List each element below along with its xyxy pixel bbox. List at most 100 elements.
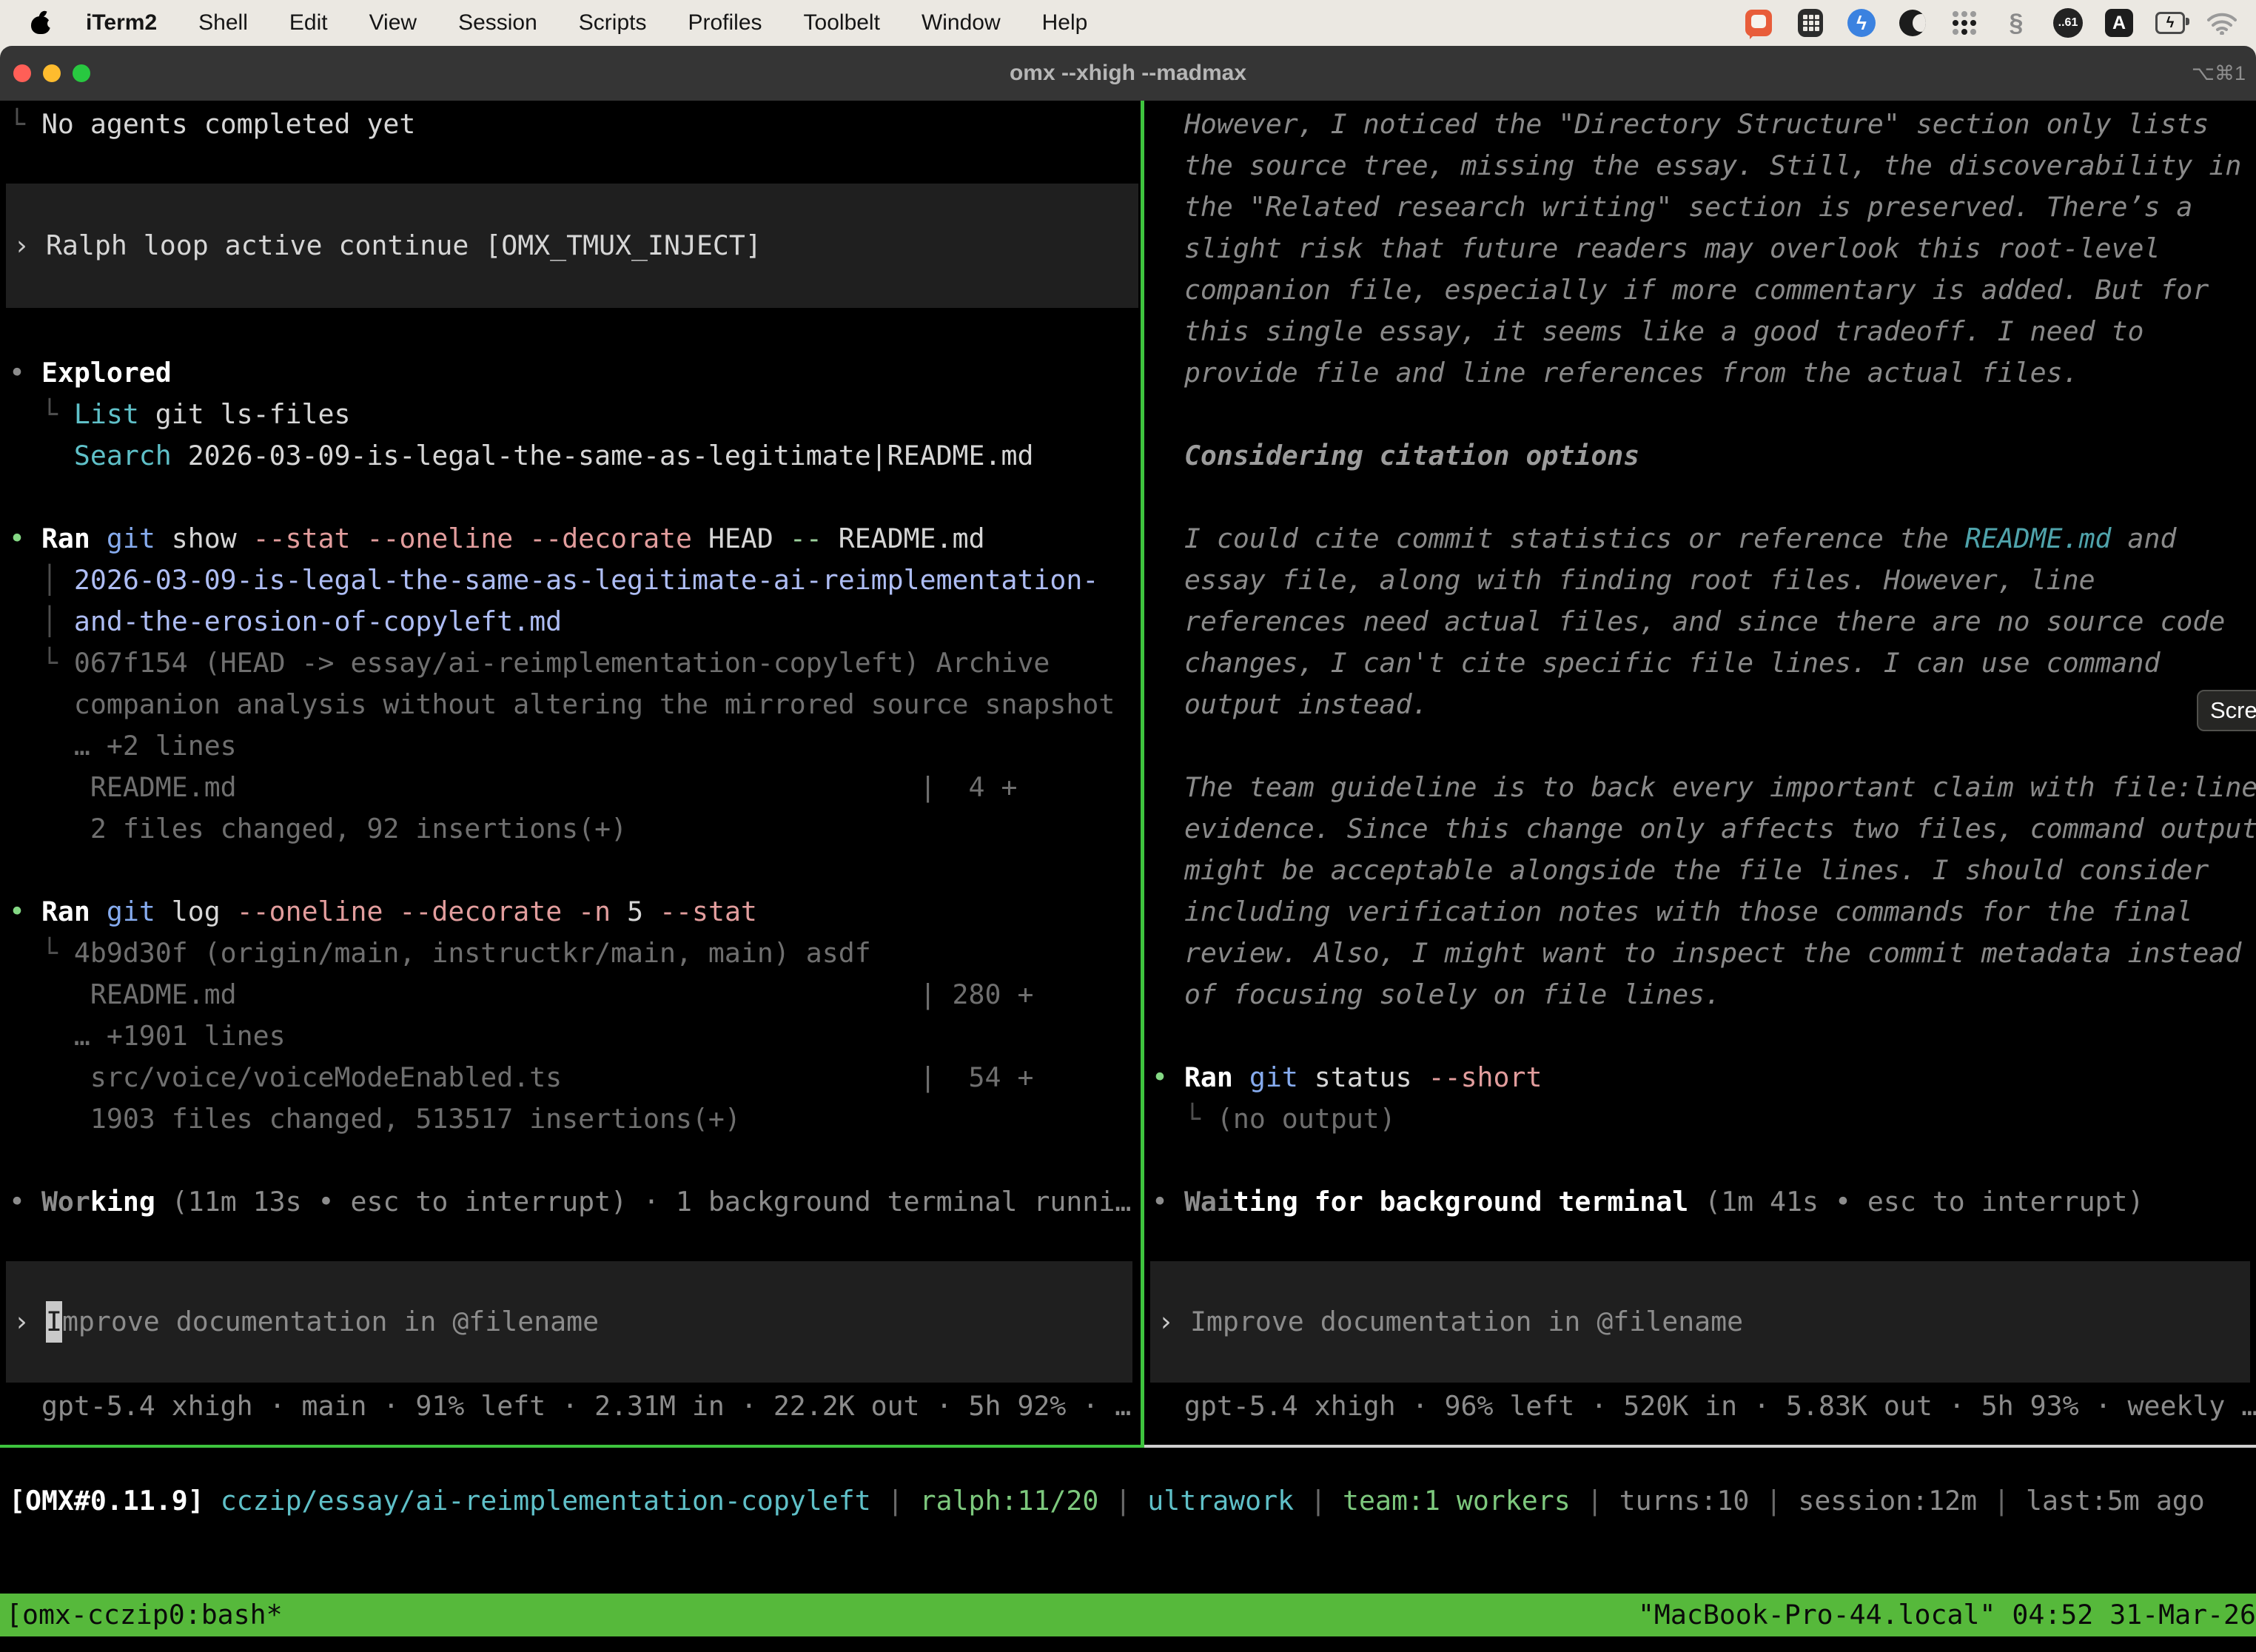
menu-status-icons: ϟ § ..61 A ϟ xyxy=(1744,8,2237,38)
text-segment: I xyxy=(46,1301,62,1343)
text-segment: Wor xyxy=(41,1186,90,1218)
text-segment: this single essay, it seems like a good … xyxy=(1152,315,2143,347)
terminal-line: including verification notes with those … xyxy=(1152,891,2256,933)
text-segment: git xyxy=(1249,1061,1298,1093)
text-segment: › xyxy=(13,225,46,266)
text-segment: --stat xyxy=(659,896,757,927)
text-segment: status xyxy=(1298,1061,1429,1093)
text-segment: Considering citation options xyxy=(1152,440,1639,471)
text-segment: Search xyxy=(74,440,172,471)
menu-item-window[interactable]: Window xyxy=(921,10,1001,36)
wifi-svg xyxy=(2207,11,2237,35)
text-segment: 2 files changed, 92 insertions(+) xyxy=(9,813,627,845)
text-segment: (11m 13s • esc to interrupt) · 1 backgro… xyxy=(155,1186,1132,1218)
left-pane-border xyxy=(0,1445,1144,1448)
text-segment: | xyxy=(1977,1485,2026,1517)
terminal-line: slight risk that future readers may over… xyxy=(1152,228,2256,269)
tmux-session-tab[interactable]: [omx-cczip0:bash* xyxy=(6,1594,283,1636)
menu-item-help[interactable]: Help xyxy=(1042,10,1088,36)
terminal-line: … +2 lines xyxy=(9,725,1138,767)
wifi-icon[interactable] xyxy=(2207,8,2237,38)
terminal-line: └ 067f154 (HEAD -> essay/ai-reimplementa… xyxy=(9,642,1138,684)
text-segment: changes, I can't cite specific file line… xyxy=(1152,647,2160,679)
text-segment: slight risk that future readers may over… xyxy=(1152,232,2160,264)
badge-61-icon[interactable]: ..61 xyxy=(2053,8,2083,38)
text-segment: I could cite commit statistics or refere… xyxy=(1152,523,1965,554)
text-segment: • xyxy=(9,896,41,927)
terminal-line: README.md | 280 + xyxy=(9,974,1138,1015)
text-segment: [OMX#0.11.9] xyxy=(9,1485,204,1517)
terminal-line: └ No agents completed yet xyxy=(9,104,1138,145)
window-title-bar[interactable]: omx --xhigh --madmax ⌥⌘1 xyxy=(0,46,2256,101)
text-segment: 2026-03-09-is-legal-the-same-as-legitima… xyxy=(172,440,1034,471)
menu-item-view[interactable]: View xyxy=(369,10,417,36)
text-segment: │ xyxy=(9,564,74,596)
text-segment: … +1901 lines xyxy=(9,1020,286,1052)
prompt-input-left[interactable]: › Improve documentation in @filename xyxy=(6,1261,1132,1383)
pane-divider[interactable] xyxy=(1141,101,1144,1448)
text-segment: (1m 41s • esc to interrupt) xyxy=(1688,1186,2143,1218)
text-segment: 4b9d30f (origin/main, instructkr/main, m… xyxy=(74,937,871,969)
text-segment: mprove documentation in @filename xyxy=(62,1301,599,1343)
terminal-line: Considering citation options xyxy=(1152,435,2256,477)
text-segment: No agents completed yet xyxy=(41,108,415,140)
text-segment xyxy=(9,440,74,471)
text-segment: └ xyxy=(9,398,74,430)
text-segment: turns:10 xyxy=(1619,1485,1750,1517)
dots-grid-icon[interactable] xyxy=(1950,8,1979,38)
text-segment: | xyxy=(871,1485,920,1517)
prompt-input-right[interactable]: › Improve documentation in @filename xyxy=(1150,1261,2250,1383)
text-segment: evidence. Since this change only affects… xyxy=(1152,813,2256,845)
messages-icon[interactable] xyxy=(1744,8,1773,38)
lightning-badge-icon[interactable]: ϟ xyxy=(1847,9,1876,37)
terminal-line: • Ran git status --short xyxy=(1152,1057,2256,1098)
model-status-right: gpt-5.4 xhigh · 96% left · 520K in · 5.8… xyxy=(1152,1386,2256,1427)
text-segment: -- xyxy=(790,523,822,554)
letter-a-icon[interactable]: A xyxy=(2105,9,2133,37)
menu-item-profiles[interactable]: Profiles xyxy=(688,10,762,36)
text-segment: └ xyxy=(1152,1103,1217,1135)
menu-item-toolbelt[interactable]: Toolbelt xyxy=(804,10,880,36)
text-segment: --short xyxy=(1429,1061,1542,1093)
terminal-line: changes, I can't cite specific file line… xyxy=(1152,642,2256,684)
menu-item-scripts[interactable]: Scripts xyxy=(579,10,647,36)
terminal-line: • Waiting for background terminal (1m 41… xyxy=(1152,1181,2256,1223)
terminal-line: │ 2026-03-09-is-legal-the-same-as-legiti… xyxy=(9,560,1138,601)
tmux-status-bar: [omx-cczip0:bash* "MacBook-Pro-44.local"… xyxy=(0,1594,2256,1636)
terminal-line: • Ran git show --stat --oneline --decora… xyxy=(9,518,1138,560)
apple-menu-icon[interactable] xyxy=(30,10,52,36)
text-segment: session:12m xyxy=(1798,1485,1977,1517)
dots-grid-svg xyxy=(1950,9,1978,37)
menu-items: iTerm2 Shell Edit View Session Scripts Profile… xyxy=(86,10,1087,36)
text-segment: --stat --oneline --decorate xyxy=(253,523,692,554)
menu-item-shell[interactable]: Shell xyxy=(198,10,248,36)
omx-status-bar: [OMX#0.11.9] cczip/essay/ai-reimplementa… xyxy=(9,1480,2205,1522)
text-segment: ting for background terminal xyxy=(1233,1186,1688,1218)
text-segment: 1903 files changed, 513517 insertions(+) xyxy=(9,1103,741,1135)
squiggle-icon[interactable]: § xyxy=(2001,8,2031,38)
text-segment: | xyxy=(1571,1485,1619,1517)
grid-shield-icon[interactable] xyxy=(1796,8,1825,38)
text-segment: └ xyxy=(9,647,74,679)
text-segment xyxy=(1233,1061,1249,1093)
terminal-line: 1903 files changed, 513517 insertions(+) xyxy=(9,1098,1138,1140)
text-segment: • xyxy=(1152,1061,1184,1093)
left-pane: └ No agents completed yet • Explored └ Li… xyxy=(0,101,1138,1445)
terminal-line: companion file, especially if more comme… xyxy=(1152,269,2256,311)
text-segment: README.md xyxy=(822,523,985,554)
menu-item-session[interactable]: Session xyxy=(458,10,537,36)
text-segment: src/voice/voiceModeEnabled.ts | 54 + xyxy=(9,1061,1033,1093)
right-pane-border xyxy=(1144,1445,2256,1448)
terminal-line: └ (no output) xyxy=(1152,1098,2256,1140)
text-segment: including verification notes with those … xyxy=(1152,896,2192,927)
terminal-line: • Explored xyxy=(9,352,1138,394)
battery-icon[interactable]: ϟ xyxy=(2155,8,2185,38)
apple-bite xyxy=(47,19,56,28)
menu-item-edit[interactable]: Edit xyxy=(289,10,328,36)
terminal-line: references need actual files, and since … xyxy=(1152,601,2256,642)
pacman-icon[interactable] xyxy=(1898,8,1927,38)
text-segment: List xyxy=(74,398,139,430)
terminal-line: provide file and line references from th… xyxy=(1152,352,2256,394)
menu-item-iterm2[interactable]: iTerm2 xyxy=(86,10,157,36)
text-segment: ultrawork xyxy=(1147,1485,1294,1517)
